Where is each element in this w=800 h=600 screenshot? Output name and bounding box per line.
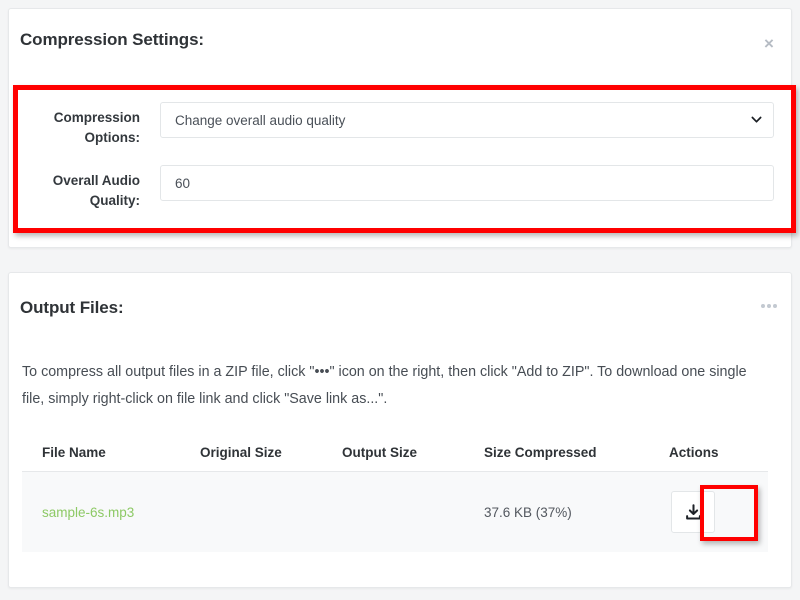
download-icon <box>685 503 701 519</box>
overall-audio-quality-row: Overall Audio Quality: <box>22 165 774 210</box>
ellipsis-horizontal-icon[interactable] <box>756 297 782 315</box>
cell-actions <box>669 471 768 552</box>
page-title: Compression Settings: <box>20 30 204 49</box>
cell-size-compressed: 37.6 KB (37%) <box>484 471 669 552</box>
download-button[interactable] <box>671 491 715 533</box>
cell-original-size <box>200 471 342 552</box>
overall-audio-quality-label: Overall Audio Quality: <box>52 173 140 208</box>
cell-file-name: sample-6s.mp3 <box>22 471 200 552</box>
compression-options-row: Compression Options: <box>22 102 774 147</box>
close-icon[interactable]: × <box>758 32 780 54</box>
compression-options-select[interactable] <box>160 102 774 138</box>
cell-output-size <box>342 471 484 552</box>
column-header-original-size: Original Size <box>200 435 342 472</box>
app-page: Compression Settings: × Compression Opti… <box>0 0 800 600</box>
output-files-table: File Name Original Size Output Size Size… <box>22 435 768 552</box>
overall-audio-quality-field-wrap <box>160 165 774 201</box>
column-header-size-compressed: Size Compressed <box>484 435 669 472</box>
file-link[interactable]: sample-6s.mp3 <box>42 505 134 520</box>
column-header-actions: Actions <box>669 435 768 472</box>
overall-audio-quality-input[interactable] <box>160 165 774 201</box>
table-row: sample-6s.mp3 37.6 KB (37%) <box>22 471 768 552</box>
table-header-row: File Name Original Size Output Size Size… <box>22 435 768 472</box>
output-files-title: Output Files: <box>20 298 124 317</box>
compression-options-label: Compression Options: <box>53 110 140 145</box>
output-files-description: To compress all output files in a ZIP fi… <box>22 364 747 407</box>
compression-options-field-wrap <box>160 102 774 138</box>
column-header-output-size: Output Size <box>342 435 484 472</box>
column-header-file-name: File Name <box>22 435 200 472</box>
